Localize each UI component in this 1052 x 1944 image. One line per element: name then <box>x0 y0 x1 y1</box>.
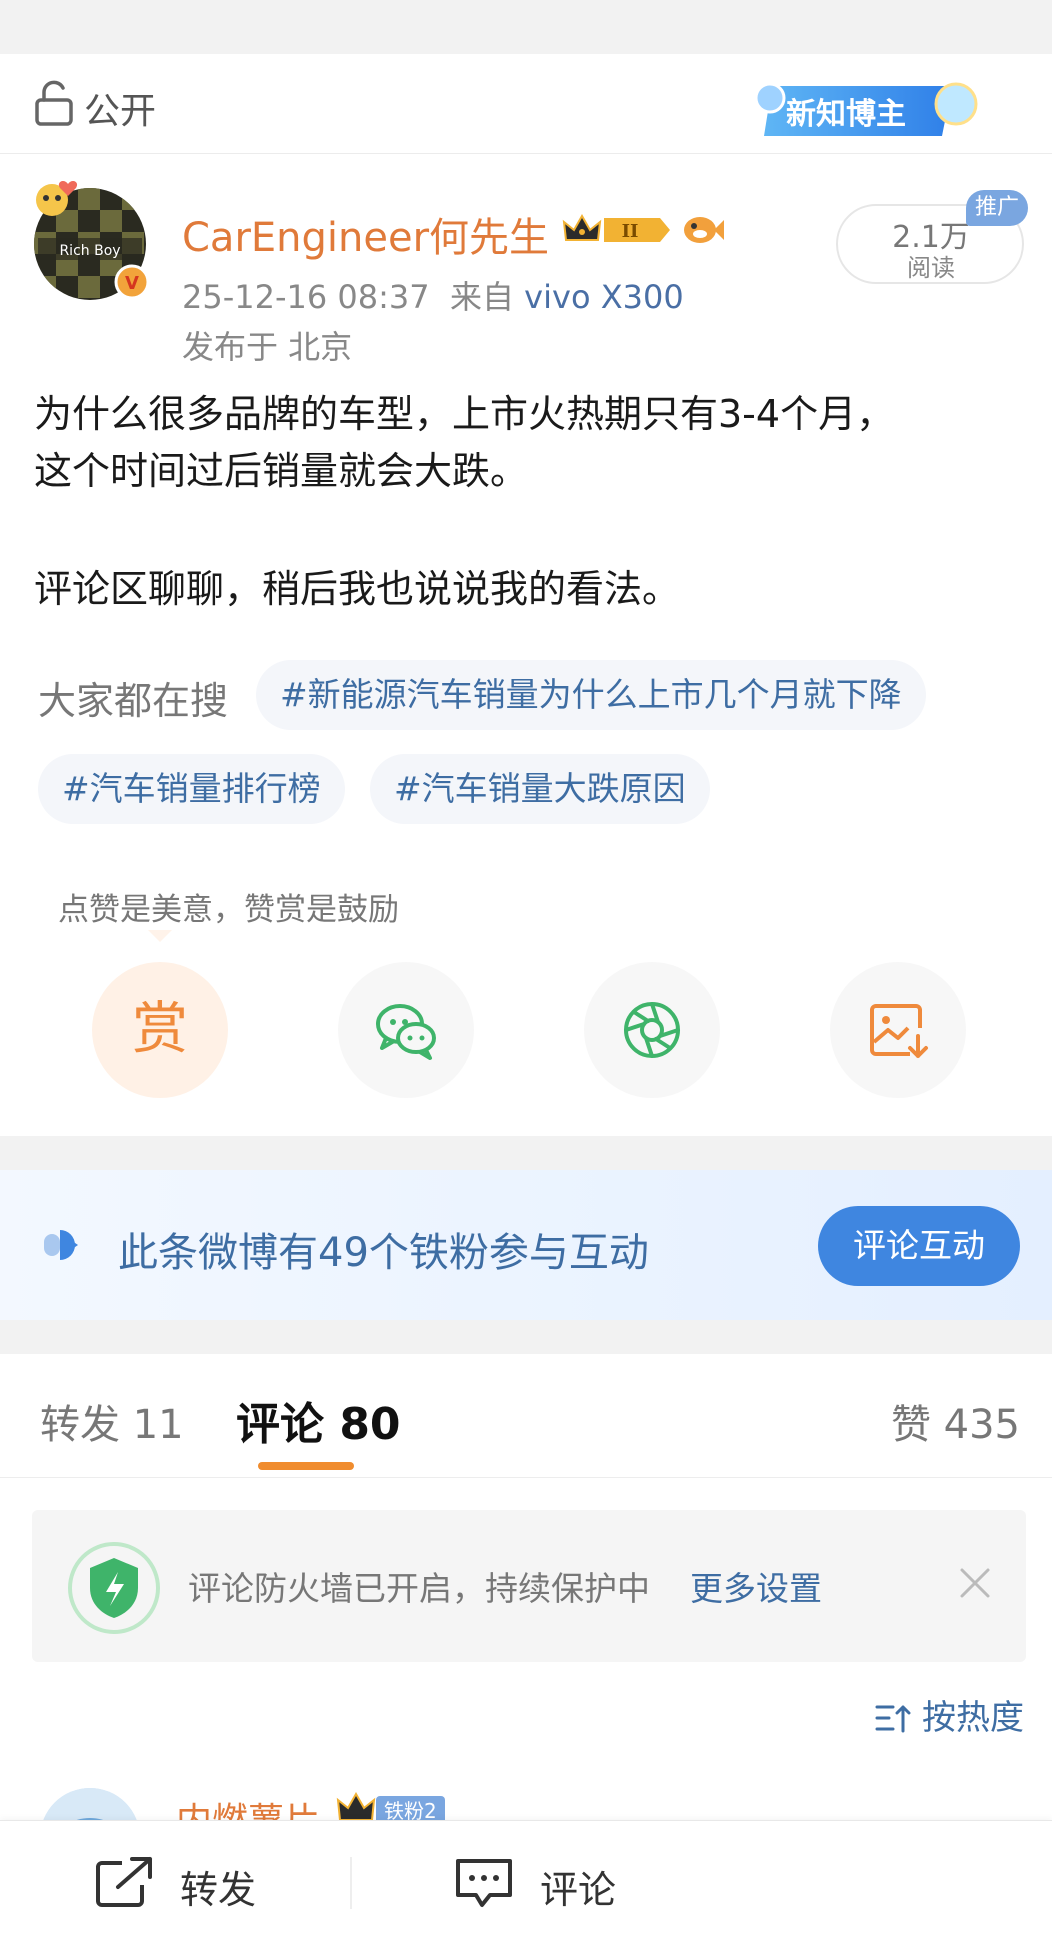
tab-likes[interactable]: 赞 435 <box>891 1392 1020 1450</box>
svg-text:V: V <box>125 273 139 294</box>
fans-icon <box>44 1230 78 1260</box>
comment-interact-button[interactable]: 评论互动 <box>818 1206 1020 1286</box>
reward-icon: 赏 <box>132 997 188 1062</box>
fans-text: 此条微博有49个铁粉参与互动 <box>118 1230 649 1276</box>
share-wechat-button[interactable] <box>338 962 474 1098</box>
read-label: 阅读 <box>907 254 955 282</box>
tip-arrow <box>148 930 172 942</box>
post-date: 25-12-16 08:37 <box>182 278 430 316</box>
tab-comment[interactable]: 评论 80 <box>236 1388 401 1452</box>
repost-icon <box>96 1857 152 1907</box>
reward-button[interactable]: 赏 <box>92 962 228 1098</box>
author-name[interactable]: CarEngineer何先生 <box>182 205 549 263</box>
tab-active-indicator <box>258 1462 354 1470</box>
interaction-tabs: 转发 11 评论 80 赞 435 <box>0 1354 1052 1478</box>
visibility-row: 公开 新知博主 <box>0 54 1052 154</box>
svg-text:新知博主: 新知博主 <box>786 97 906 132</box>
sort-icon <box>875 1705 911 1733</box>
comment-icon <box>456 1859 512 1907</box>
lock-open-icon <box>35 80 73 126</box>
promo-tag: 推广 <box>966 190 1028 226</box>
from-label: 来自 <box>449 278 514 316</box>
fans-interaction-banner: 此条微博有49个铁粉参与互动 评论互动 <box>0 1170 1052 1320</box>
comment-firewall-notice: 评论防火墙已开启，持续保护中 更多设置 <box>32 1510 1026 1662</box>
save-image-icon <box>870 1004 928 1058</box>
comment-label: 评论 <box>540 1868 617 1912</box>
search-chip[interactable]: #汽车销量排行榜 <box>38 754 345 824</box>
wechat-icon <box>376 1004 436 1060</box>
post-line: 这个时间过后销量就会大跌。 <box>34 449 529 493</box>
commenter-crown-icon <box>336 1791 376 1821</box>
level-crown-badge[interactable]: II <box>560 210 672 250</box>
shield-icon <box>68 1542 160 1634</box>
post-body: 为什么很多品牌的车型，上市火热期只有3-4个月， 这个时间过后销量就会大跌。 <box>34 386 1034 500</box>
more-settings-link[interactable]: 更多设置 <box>690 1562 822 1610</box>
close-icon[interactable] <box>958 1566 992 1600</box>
bottom-action-bar: 转发 评论 <box>0 1820 1052 1944</box>
section-divider <box>0 1136 1052 1170</box>
sort-label: 按热度 <box>922 1698 1024 1738</box>
section-divider <box>0 1320 1052 1354</box>
svg-text:II: II <box>622 221 639 242</box>
reward-tip: 点赞是美意，赞赏是鼓励 <box>58 892 399 928</box>
post-line: 为什么很多品牌的车型，上市火热期只有3-4个月， <box>34 392 895 436</box>
post-line: 评论区聊聊，稍后我也说说我的看法。 <box>34 567 681 611</box>
share-moments-button[interactable] <box>584 962 720 1098</box>
post-location: 发布于 北京 <box>182 328 353 366</box>
search-chip[interactable]: #汽车销量大跌原因 <box>370 754 710 824</box>
firewall-text: 评论防火墙已开启，持续保护中 <box>188 1569 650 1608</box>
device-link[interactable]: vivo X300 <box>524 278 684 316</box>
new-blogger-badge[interactable]: 新知博主 <box>752 64 984 150</box>
moments-icon <box>624 1002 680 1058</box>
visibility-label: 公开 <box>84 91 157 132</box>
search-chip[interactable]: #新能源汽车销量为什么上市几个月就下降 <box>256 660 926 730</box>
author-avatar[interactable]: Rich Boy V <box>28 178 152 302</box>
repost-label: 转发 <box>180 1868 257 1912</box>
top-strip <box>0 0 1052 54</box>
tab-repost[interactable]: 转发 11 <box>40 1392 184 1450</box>
sort-by-hot[interactable]: 按热度 <box>875 1690 1024 1739</box>
save-image-button[interactable] <box>830 962 966 1098</box>
bottom-divider <box>350 1857 352 1909</box>
fish-emoji-icon <box>684 217 724 243</box>
svg-text:Rich Boy: Rich Boy <box>59 243 120 259</box>
search-label: 大家都在搜 <box>38 679 229 723</box>
post-meta: 25-12-16 08:37 来自 vivo X300 <box>182 272 684 318</box>
